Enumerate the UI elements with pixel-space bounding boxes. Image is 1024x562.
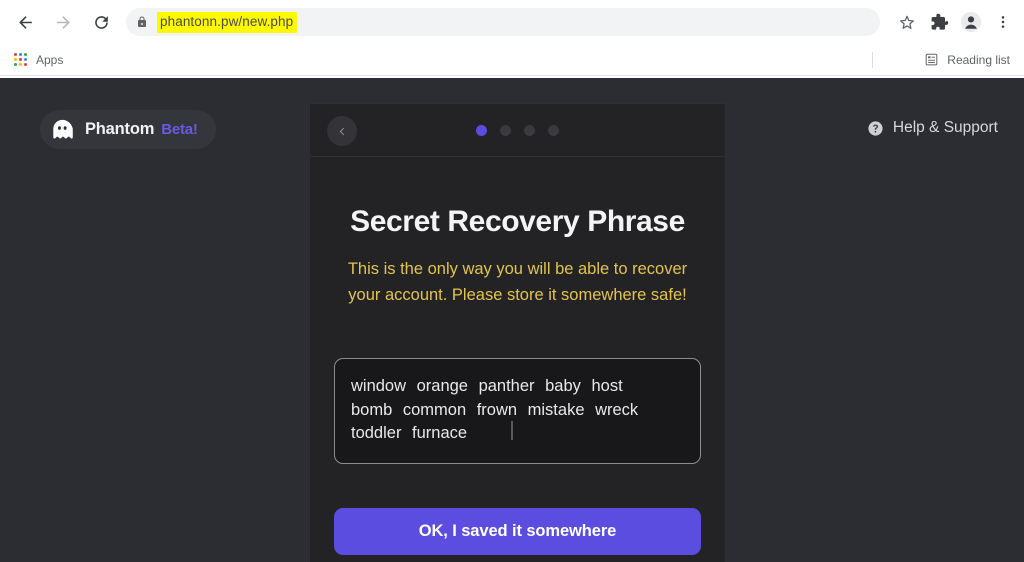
onboarding-modal: Secret Recovery Phrase This is the only … xyxy=(310,104,725,562)
browser-menu-button[interactable] xyxy=(988,7,1018,37)
seed-phrase-box[interactable]: window orange panther baby host bomb com… xyxy=(334,358,701,464)
address-bar[interactable]: phantonn.pw/new.php xyxy=(126,8,880,36)
url-highlight: phantonn.pw/new.php xyxy=(157,11,298,33)
step-dot-3[interactable] xyxy=(524,125,535,136)
browser-chrome: phantonn.pw/new.php Apps Reading list xyxy=(0,0,1024,78)
arrow-left-icon xyxy=(18,15,32,29)
apps-grid-icon xyxy=(14,53,27,66)
reload-button[interactable] xyxy=(84,5,118,39)
extensions-button[interactable] xyxy=(924,7,954,37)
reading-list-button[interactable]: Reading list xyxy=(918,49,1016,70)
profile-avatar-icon xyxy=(960,11,982,33)
star-icon xyxy=(900,15,914,29)
confirm-saved-button[interactable]: OK, I saved it somewhere xyxy=(334,507,701,555)
toolbar-actions xyxy=(890,7,1024,37)
apps-shortcut[interactable]: Apps xyxy=(8,50,69,70)
page-content: Phantom Beta! Help & Support Secret Reco… xyxy=(0,78,1024,562)
question-mark-circle-icon xyxy=(868,120,883,136)
text-cursor xyxy=(511,421,513,441)
step-dot-2[interactable] xyxy=(500,125,511,136)
reading-list-icon xyxy=(925,53,938,66)
bookmarks-bar: Apps Reading list xyxy=(0,44,1024,76)
seed-phrase-line-3: toddler furnace xyxy=(351,424,468,443)
arrow-right-icon xyxy=(56,15,70,29)
phantom-ghost-icon xyxy=(51,119,74,140)
puzzle-piece-icon xyxy=(931,13,948,30)
brand-name: Phantom xyxy=(85,120,155,138)
bookmark-button[interactable] xyxy=(892,7,922,37)
apps-label: Apps xyxy=(36,52,64,67)
help-support-label: Help & Support xyxy=(892,119,998,136)
url-text: phantonn.pw/new.php xyxy=(160,13,294,29)
back-button[interactable] xyxy=(8,5,42,39)
modal-header xyxy=(310,104,725,157)
seed-phrase-line-1: window orange panther baby host xyxy=(351,377,623,396)
browser-toolbar: phantonn.pw/new.php xyxy=(0,0,1024,44)
step-dot-4[interactable] xyxy=(548,125,559,136)
modal-body: Secret Recovery Phrase This is the only … xyxy=(310,205,725,555)
screen: phantonn.pw/new.php Apps Reading list Ph… xyxy=(0,0,1024,562)
reload-icon xyxy=(94,15,108,29)
toolbar-divider xyxy=(872,51,873,68)
step-indicator xyxy=(310,125,725,136)
help-support-link[interactable]: Help & Support xyxy=(867,119,998,137)
reading-list-label: Reading list xyxy=(947,52,1010,67)
phantom-brand[interactable]: Phantom Beta! xyxy=(40,110,216,149)
warning-text: This is the only way you will be able to… xyxy=(347,260,688,304)
page-title: Secret Recovery Phrase xyxy=(350,205,685,238)
lock-icon xyxy=(138,16,146,27)
forward-button[interactable] xyxy=(46,5,80,39)
profile-button[interactable] xyxy=(956,7,986,37)
step-dot-1[interactable] xyxy=(476,125,487,136)
seed-phrase-line-2: bomb common frown mistake wreck xyxy=(351,400,639,419)
three-dot-menu-icon xyxy=(1001,16,1005,28)
brand-beta-badge: Beta! xyxy=(161,121,198,138)
